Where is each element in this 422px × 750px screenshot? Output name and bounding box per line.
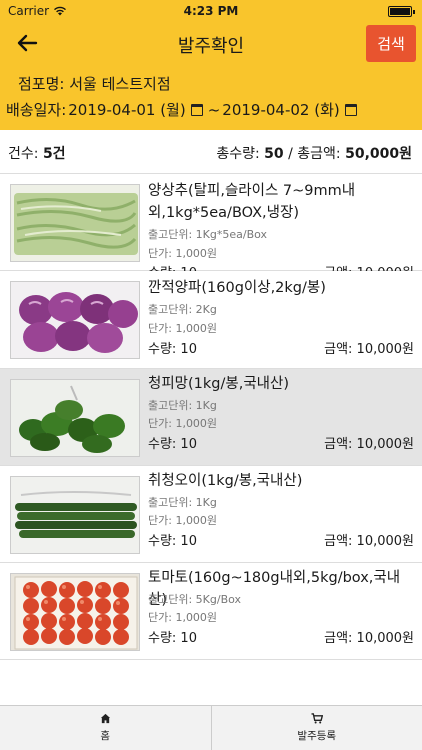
delivery-label: 배송일자: <box>6 101 67 119</box>
item-qty: 수량: 10 <box>148 534 197 549</box>
item-price: 단가: 1,000원 <box>148 247 218 260</box>
item-amount: 금액: 10,000원 <box>324 342 414 357</box>
order-summary: 건수: 5건 총수량: 50 / 총금액: 50,000원 <box>0 130 422 174</box>
order-item[interactable]: 양상추(탈피,슬라이스 7~9mm내외,1kg*5ea/BOX,냉장) 출고단위… <box>0 174 422 281</box>
page-title: 발주확인 <box>177 36 245 57</box>
item-unit: 출고단위: 1Kg*5ea/Box <box>148 228 268 241</box>
order-totals: 총수량: 50 / 총금액: 50,000원 <box>216 143 412 163</box>
date-separator: ~ <box>207 100 221 119</box>
tab-home[interactable]: 홈 <box>0 706 211 750</box>
item-name: 양상추(탈피,슬라이스 7~9mm내외,1kg*5ea/BOX,냉장) <box>148 183 356 221</box>
date-from[interactable]: 2019-04-01 (월) <box>68 99 185 120</box>
product-image-tomato <box>10 573 140 651</box>
item-amount: 금액: 10,000원 <box>324 437 414 452</box>
totals-separator: / <box>288 146 293 162</box>
order-item-list: 양상추(탈피,슬라이스 7~9mm내외,1kg*5ea/BOX,냉장) 출고단위… <box>0 174 422 660</box>
order-item[interactable]: 청피망(1kg/봉,국내산) 출고단위: 1Kg 단가: 1,000원 수량: … <box>0 369 422 466</box>
count-label: 건수: <box>8 146 39 162</box>
search-button[interactable]: 검색 <box>366 25 416 62</box>
item-qty: 수량: 10 <box>148 437 197 452</box>
header: 발주확인 검색 <box>0 22 422 64</box>
bottom-tab-bar: 홈 발주등록 <box>0 705 422 750</box>
item-name: 깐적양파(160g이상,2kg/봉) <box>148 280 326 296</box>
total-amount-value: 50,000원 <box>345 146 412 162</box>
store-name: 서울 테스트지점 <box>69 75 171 93</box>
item-qty: 수량: 10 <box>148 631 197 646</box>
delivery-date-row: 배송일자: 2019-04-01 (월) ~ 2019-04-02 (화) <box>6 99 360 120</box>
item-price: 단가: 1,000원 <box>148 322 218 335</box>
tab-order-register[interactable]: 발주등록 <box>210 706 422 750</box>
item-price: 단가: 1,000원 <box>148 417 218 430</box>
item-amount: 금액: 10,000원 <box>324 631 414 646</box>
item-unit: 출고단위: 1Kg <box>148 399 217 412</box>
status-bar: Carrier 4:23 PM <box>0 0 422 22</box>
item-unit: 출고단위: 2Kg <box>148 303 217 316</box>
battery-icon <box>388 6 415 17</box>
item-name: 취청오이(1kg/봉,국내산) <box>148 473 303 489</box>
tab-home-label: 홈 <box>100 730 111 742</box>
cart-icon <box>311 713 323 724</box>
item-name: 청피망(1kg/봉,국내산) <box>148 376 290 392</box>
home-icon <box>100 713 110 724</box>
item-unit: 출고단위: 5Kg/Box <box>148 593 242 606</box>
calendar-icon[interactable] <box>344 103 357 116</box>
item-price: 단가: 1,000원 <box>148 611 218 624</box>
order-item[interactable]: 취청오이(1kg/봉,국내산) 출고단위: 1Kg 단가: 1,000원 수량:… <box>0 466 422 563</box>
total-amount-label: 총금액: <box>297 146 341 162</box>
order-item[interactable]: 토마토(160g~180g내외,5kg/box,국내산) 출고단위: 5Kg/B… <box>0 563 422 660</box>
product-image-cucumber <box>10 476 140 554</box>
clock: 4:23 PM <box>183 4 239 18</box>
total-qty-label: 총수량: <box>216 146 260 162</box>
store-label: 점포명: <box>18 75 65 93</box>
item-price: 단가: 1,000원 <box>148 514 218 527</box>
store-row: 점포명: 서울 테스트지점 <box>18 73 171 94</box>
date-to[interactable]: 2019-04-02 (화) <box>222 99 339 120</box>
order-info: 점포명: 서울 테스트지점 배송일자: 2019-04-01 (월) ~ 201… <box>0 64 422 130</box>
product-image-green-pepper <box>10 379 140 457</box>
product-image-lettuce <box>10 184 140 262</box>
item-qty: 수량: 10 <box>148 342 197 357</box>
count-value: 5건 <box>42 146 66 162</box>
product-image-onion <box>10 281 140 359</box>
item-unit: 출고단위: 1Kg <box>148 496 217 509</box>
item-amount: 금액: 10,000원 <box>324 534 414 549</box>
calendar-icon[interactable] <box>190 103 203 116</box>
order-item[interactable]: 깐적양파(160g이상,2kg/봉) 출고단위: 2Kg 단가: 1,000원 … <box>0 271 422 369</box>
total-qty-value: 50 <box>264 146 284 162</box>
order-count: 건수: 5건 <box>8 143 66 163</box>
tab-order-register-label: 발주등록 <box>297 730 337 742</box>
